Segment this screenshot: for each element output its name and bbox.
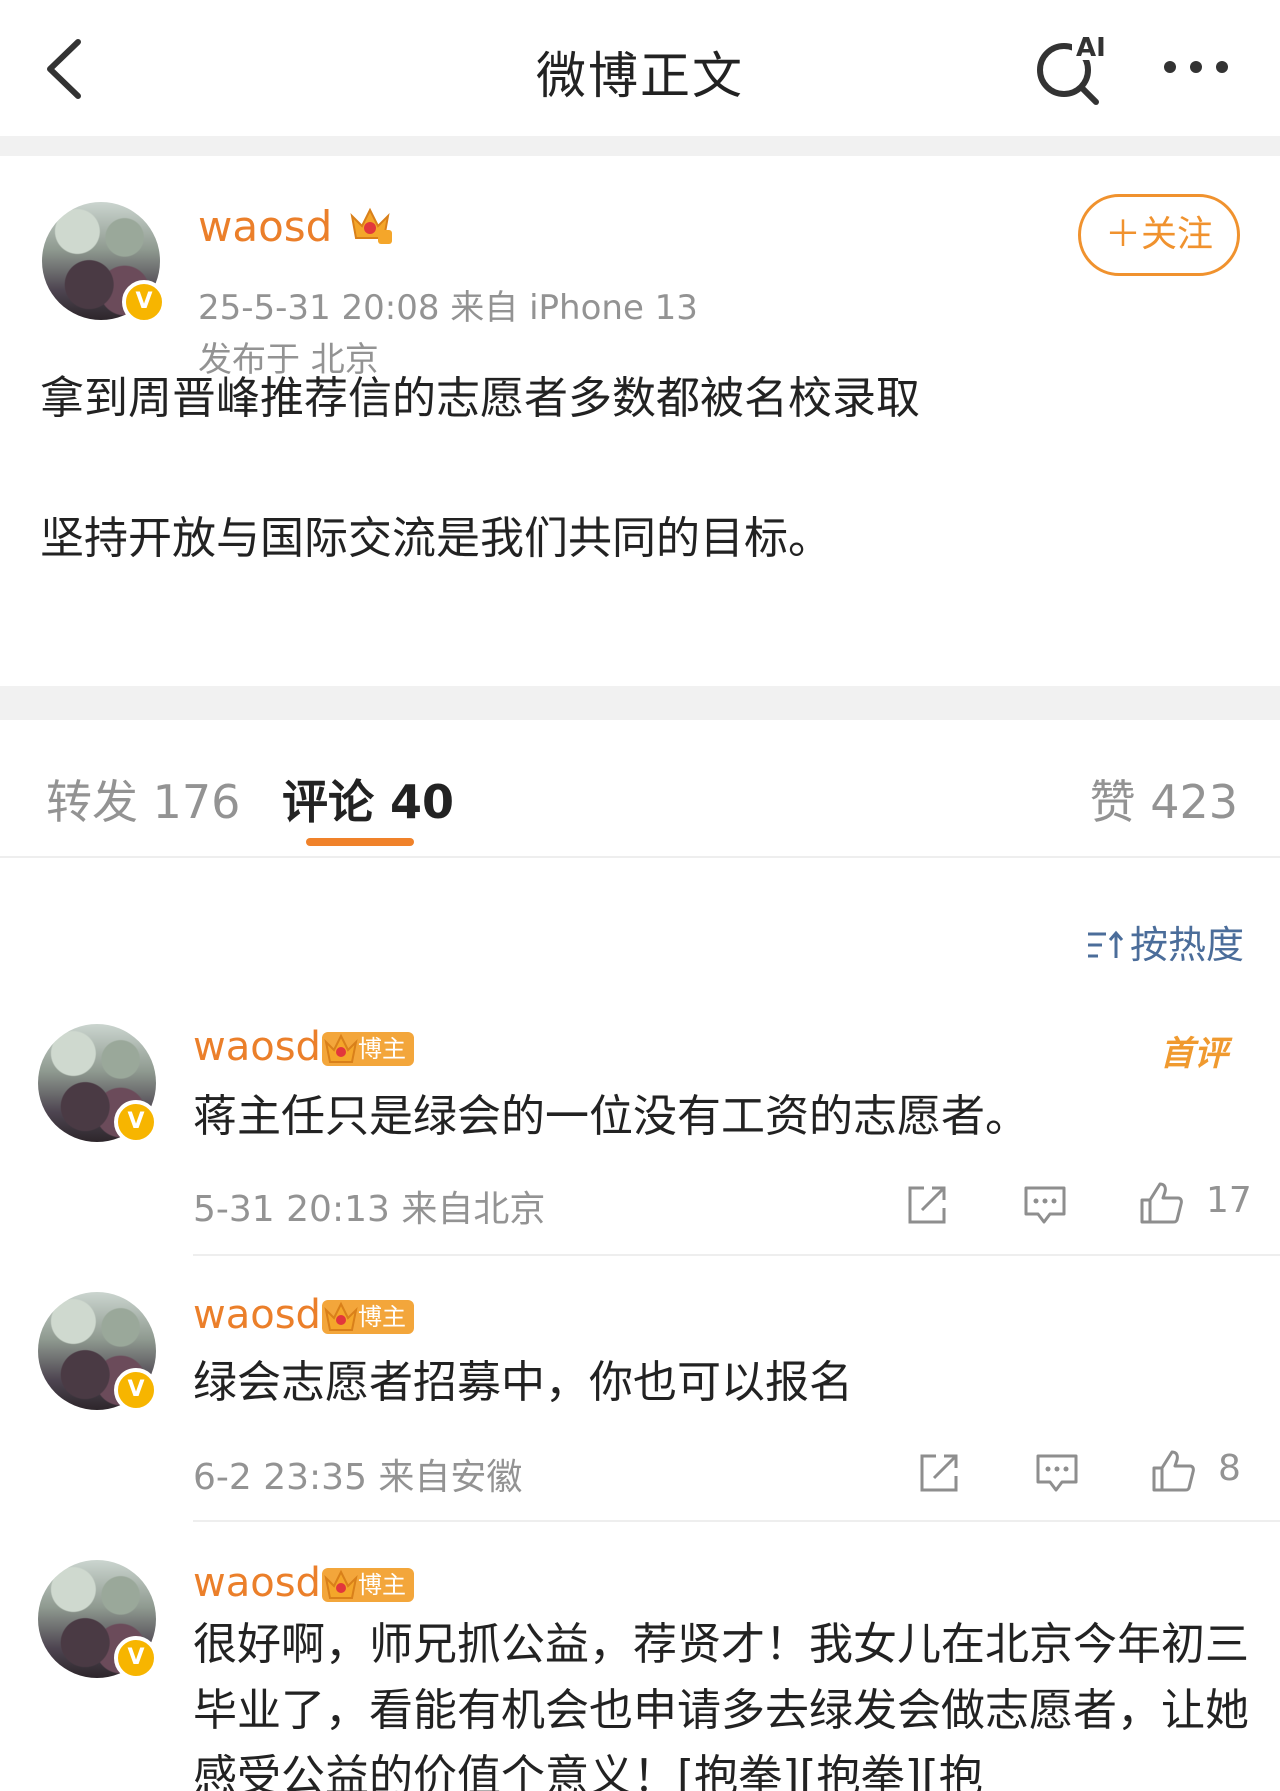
divider: [193, 1520, 1280, 1522]
author-badge: 博主: [322, 1032, 414, 1066]
first-comment-badge: 首评: [1160, 1034, 1228, 1074]
tab-repost[interactable]: 转发 176: [46, 766, 240, 832]
like-count: 8: [1218, 1448, 1241, 1489]
verified-badge: V: [122, 280, 166, 324]
like-count: 17: [1206, 1180, 1252, 1221]
comment-text: 绿会志愿者招募中，你也可以报名: [193, 1357, 853, 1408]
author-badge: 博主: [322, 1568, 414, 1602]
sort-by-hot-button[interactable]: 按热度: [1086, 914, 1244, 969]
post-time-source: 25-5-31 20:08 来自 iPhone 13: [198, 288, 698, 328]
post-text-line-2: 坚持开放与国际交流是我们共同的目标。: [40, 513, 832, 564]
verified-badge: V: [114, 1368, 158, 1412]
comment-author-name[interactable]: waosd: [193, 1024, 321, 1070]
comment-text: 很好啊，师兄抓公益，荐贤才！我女儿在北京今年初三毕业了，看能有机会也申请多去绿发…: [193, 1619, 1249, 1791]
comment-author-name[interactable]: waosd: [193, 1560, 321, 1606]
post-stats-tabs: 转发 176 评论 40 赞 423: [0, 720, 1280, 858]
tab-likes[interactable]: 赞 423: [1090, 766, 1238, 832]
verified-badge: V: [114, 1100, 158, 1144]
comment-item: V waosd 博主 很好啊，师兄抓公益，荐贤才！我女儿在北京今年初三毕业了，看…: [0, 1560, 1280, 1791]
more-dots-icon[interactable]: [1160, 52, 1240, 82]
post-text-line-1: 拿到周晋峰推荐信的志愿者多数都被名校录取: [40, 373, 920, 424]
comment-item: V waosd 博主 绿会志愿者招募中，你也可以报名 6-2 23:35 来自安…: [0, 1292, 1280, 1522]
ai-search-icon[interactable]: AI: [1032, 30, 1112, 106]
post-card: V waosd 25-5-31 20:08 来自 iPhone 13 发布于 北…: [0, 156, 1280, 686]
comment-author-name[interactable]: waosd: [193, 1292, 321, 1338]
crown-icon: [324, 1301, 358, 1331]
comment-text: 蒋主任只是绿会的一位没有工资的志愿者。: [193, 1091, 1029, 1142]
verified-badge: V: [114, 1636, 158, 1680]
section-divider: [0, 136, 1280, 156]
share-icon[interactable]: [904, 1182, 950, 1228]
crown-icon: [324, 1033, 358, 1063]
section-divider: [0, 686, 1280, 720]
follow-button[interactable]: ＋关注: [1078, 194, 1240, 276]
thumbs-up-icon[interactable]: [1138, 1180, 1184, 1226]
author-badge-label: 博主: [358, 1571, 406, 1599]
crown-icon: [324, 1569, 358, 1599]
top-bar: 微博正文 AI: [0, 0, 1280, 136]
author-badge-label: 博主: [358, 1303, 406, 1331]
crown-vip-icon: [350, 207, 392, 244]
sort-icon: [1088, 930, 1124, 958]
ai-label: AI: [1076, 33, 1106, 63]
comment-item: V waosd 博主 首评 蒋主任只是绿会的一位没有工资的志愿者。 5-31 2…: [0, 1020, 1280, 1256]
comment-meta: 5-31 20:13 来自北京: [193, 1189, 546, 1230]
active-tab-indicator: [306, 838, 414, 846]
reply-comment-icon[interactable]: [1022, 1182, 1068, 1228]
tab-comments[interactable]: 评论 40: [282, 766, 454, 832]
author-name[interactable]: waosd: [198, 202, 332, 251]
sort-label: 按热度: [1130, 923, 1245, 967]
divider: [193, 1254, 1280, 1256]
share-icon[interactable]: [916, 1450, 962, 1496]
thumbs-up-icon[interactable]: [1150, 1448, 1196, 1494]
author-badge: 博主: [322, 1300, 414, 1334]
comment-meta: 6-2 23:35 来自安徽: [193, 1457, 523, 1498]
reply-comment-icon[interactable]: [1034, 1450, 1080, 1496]
author-badge-label: 博主: [358, 1035, 406, 1063]
